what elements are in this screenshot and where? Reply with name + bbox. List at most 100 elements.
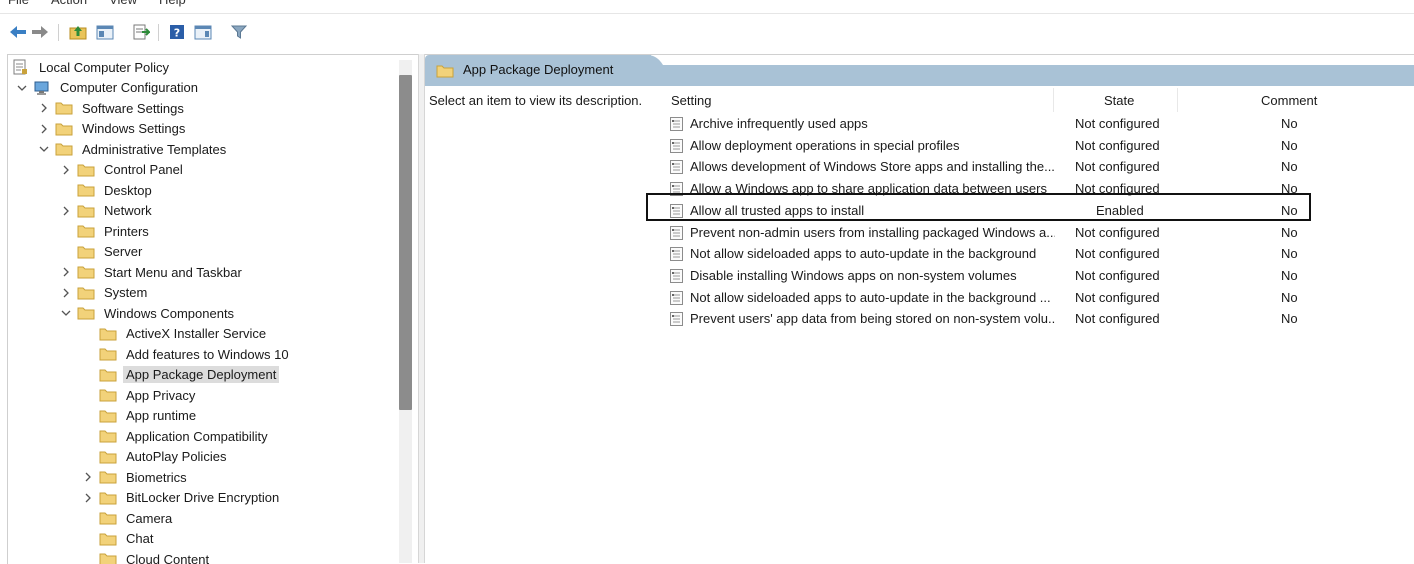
setting-name: Allow a Windows app to share application…: [690, 181, 1055, 196]
setting-row[interactable]: Allows development of Windows Store apps…: [669, 157, 1329, 178]
setting-name: Allow all trusted apps to install: [690, 203, 1055, 218]
tree-item[interactable]: Desktop: [60, 180, 155, 200]
tree-item-label: Cloud Content: [123, 551, 212, 564]
chevron-right-icon[interactable]: [60, 266, 72, 278]
toolbar-separator: [58, 24, 59, 41]
tree-item[interactable]: System: [60, 283, 150, 303]
tree-item[interactable]: BitLocker Drive Encryption: [82, 488, 282, 508]
tree-item[interactable]: Windows Settings: [38, 119, 188, 139]
help-icon[interactable]: ?: [167, 22, 187, 42]
up-folder-icon[interactable]: [68, 22, 88, 42]
filter-icon[interactable]: [229, 22, 249, 42]
tree-item[interactable]: App Package Deployment: [82, 365, 279, 385]
chevron-right-icon[interactable]: [38, 102, 50, 114]
tree-item[interactable]: Administrative Templates: [38, 139, 229, 159]
chevron-down-icon[interactable]: [60, 307, 72, 319]
export-list-icon[interactable]: [131, 22, 151, 42]
tree-item[interactable]: Add features to Windows 10: [82, 344, 292, 364]
tree-item[interactable]: Software Settings: [38, 98, 187, 118]
tree-item[interactable]: Windows Components: [60, 303, 237, 323]
chevron-right-icon[interactable]: [60, 205, 72, 217]
setting-row[interactable]: Allow deployment operations in special p…: [669, 136, 1329, 157]
setting-row[interactable]: Prevent non-admin users from installing …: [669, 223, 1329, 244]
setting-state: Not configured: [1075, 246, 1160, 261]
tree-item-label: Printers: [101, 223, 152, 240]
chevron-right-icon[interactable]: [82, 471, 94, 483]
toolbar: ?: [0, 15, 1414, 49]
tree-item-label: Desktop: [101, 182, 155, 199]
tree-item[interactable]: Printers: [60, 221, 152, 241]
tree-item-label: Local Computer Policy: [36, 59, 172, 76]
chevron-right-icon[interactable]: [60, 287, 72, 299]
tree-item[interactable]: ActiveX Installer Service: [82, 324, 269, 344]
tree-item[interactable]: Server: [60, 242, 145, 262]
chevron-down-icon[interactable]: [38, 143, 50, 155]
policy-setting-icon: [670, 291, 683, 305]
setting-row[interactable]: Not allow sideloaded apps to auto-update…: [669, 288, 1329, 309]
tree-item[interactable]: Control Panel: [60, 160, 186, 180]
policy-setting-icon: [670, 204, 683, 218]
setting-comment: No: [1281, 246, 1298, 261]
column-header-comment[interactable]: Comment: [1261, 93, 1317, 108]
forward-arrow-icon[interactable]: [30, 22, 50, 42]
folder-icon: [99, 470, 117, 484]
show-hide-tree-icon[interactable]: [95, 22, 115, 42]
setting-row[interactable]: Not allow sideloaded apps to auto-update…: [669, 244, 1329, 265]
setting-row[interactable]: Allow all trusted apps to installEnabled…: [669, 201, 1329, 222]
tree-item[interactable]: Biometrics: [82, 467, 190, 487]
folder-icon: [436, 64, 454, 78]
menu-help[interactable]: Help: [159, 0, 186, 7]
tree-item[interactable]: App Privacy: [82, 385, 198, 405]
folder-icon: [99, 552, 117, 564]
setting-name: Prevent users' app data from being store…: [690, 311, 1055, 326]
folder-icon: [77, 286, 95, 300]
tree-indent: [60, 225, 72, 237]
folder-icon: [99, 327, 117, 341]
tree-item[interactable]: App runtime: [82, 406, 199, 426]
tree-indent: [82, 389, 94, 401]
column-divider[interactable]: [1177, 88, 1178, 112]
tree-item[interactable]: Chat: [82, 529, 156, 549]
tree-item[interactable]: AutoPlay Policies: [82, 447, 229, 467]
chevron-down-icon[interactable]: [16, 82, 28, 94]
console-tree[interactable]: Local Computer Policy Computer Configurat…: [7, 54, 418, 564]
setting-name: Archive infrequently used apps: [690, 116, 1055, 131]
column-header-setting[interactable]: Setting: [671, 93, 711, 108]
tree-item[interactable]: Computer Configuration: [16, 78, 201, 98]
tree-item[interactable]: Application Compatibility: [82, 426, 271, 446]
tree-indent: [82, 553, 94, 564]
column-header-state[interactable]: State: [1104, 93, 1134, 108]
policy-setting-icon: [670, 117, 683, 131]
tree-item[interactable]: Local Computer Policy: [12, 57, 172, 77]
menu-file[interactable]: File: [8, 0, 29, 7]
setting-row[interactable]: Disable installing Windows apps on non-s…: [669, 266, 1329, 287]
menu-view[interactable]: View: [109, 0, 137, 7]
tree-item[interactable]: Camera: [82, 508, 175, 528]
show-hide-action-pane-icon[interactable]: [193, 22, 213, 42]
setting-name: Not allow sideloaded apps to auto-update…: [690, 246, 1055, 261]
tree-item-label: ActiveX Installer Service: [123, 325, 269, 342]
setting-row[interactable]: Archive infrequently used appsNot config…: [669, 114, 1329, 135]
pane-splitter[interactable]: [418, 54, 425, 563]
column-divider[interactable]: [1053, 88, 1054, 112]
details-pane: App Package Deployment Select an item to…: [425, 54, 1414, 564]
svg-text:?: ?: [174, 27, 180, 40]
setting-comment: No: [1281, 225, 1298, 240]
chevron-right-icon[interactable]: [82, 492, 94, 504]
setting-row[interactable]: Prevent users' app data from being store…: [669, 309, 1329, 330]
menu-action[interactable]: Action: [51, 0, 87, 7]
tree-scrollbar-thumb[interactable]: [399, 75, 412, 410]
tree-scrollbar[interactable]: [399, 60, 412, 563]
tree-item[interactable]: Network: [60, 201, 155, 221]
chevron-right-icon[interactable]: [60, 164, 72, 176]
tree-item[interactable]: Start Menu and Taskbar: [60, 262, 245, 282]
chevron-right-icon[interactable]: [38, 123, 50, 135]
tree-item-label: Windows Components: [101, 305, 237, 322]
tree-item-label: Chat: [123, 530, 156, 547]
policy-setting-icon: [670, 160, 683, 174]
menu-bar: File Action View Help: [0, 0, 1414, 14]
back-arrow-icon[interactable]: [8, 22, 28, 42]
setting-row[interactable]: Allow a Windows app to share application…: [669, 179, 1329, 200]
setting-comment: No: [1281, 181, 1298, 196]
tree-item[interactable]: Cloud Content: [82, 549, 212, 564]
